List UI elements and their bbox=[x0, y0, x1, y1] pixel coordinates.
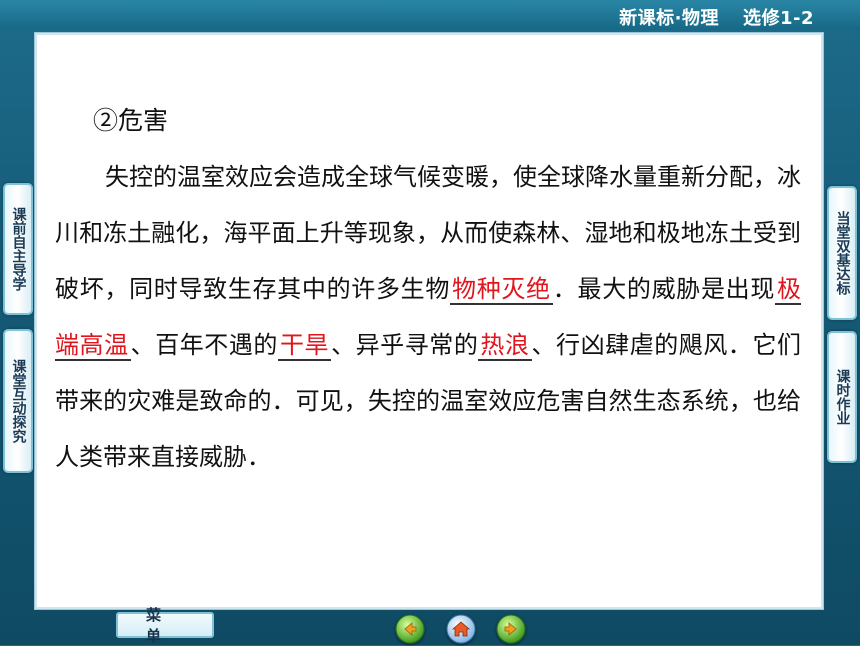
course-series: 新课标·物理 bbox=[619, 8, 719, 29]
tab-homework[interactable]: 课时作业 bbox=[827, 331, 857, 463]
body-text: 、异乎寻常的 bbox=[331, 331, 479, 359]
content-panel: ②危害 失控的温室效应会造成全球气候变暖，使全球降水量重新分配，冰川和冻土融化，… bbox=[34, 32, 824, 610]
section-heading: ②危害 bbox=[93, 106, 169, 135]
body-text: 、百年不遇的 bbox=[130, 331, 278, 359]
body-text: ．最大的威胁是出现 bbox=[552, 275, 776, 303]
answer-blank: 干旱 bbox=[277, 331, 332, 361]
forward-arrow-icon[interactable] bbox=[496, 614, 526, 644]
course-volume: 选修1-2 bbox=[742, 8, 814, 29]
answer-blank: 物种灭绝 bbox=[450, 275, 553, 305]
tab-classroom-inquiry[interactable]: 课堂互动探究 bbox=[3, 329, 33, 473]
tab-in-class-assessment[interactable]: 当堂双基达标 bbox=[827, 186, 857, 320]
answer-blank: 热浪 bbox=[478, 331, 532, 361]
tab-pre-class-study[interactable]: 课前自主导学 bbox=[3, 183, 33, 315]
menu-button[interactable]: 菜单 bbox=[116, 606, 214, 645]
slide-content: ②危害 失控的温室效应会造成全球气候变暖，使全球降水量重新分配，冰川和冻土融化，… bbox=[55, 93, 802, 485]
header-title: 新课标·物理 选修1-2 bbox=[619, 4, 814, 30]
body-paragraph: 失控的温室效应会造成全球气候变暖，使全球降水量重新分配，冰川和冻土融化，海平面上… bbox=[55, 149, 802, 485]
back-arrow-icon[interactable] bbox=[395, 614, 425, 644]
home-icon[interactable] bbox=[446, 614, 476, 644]
